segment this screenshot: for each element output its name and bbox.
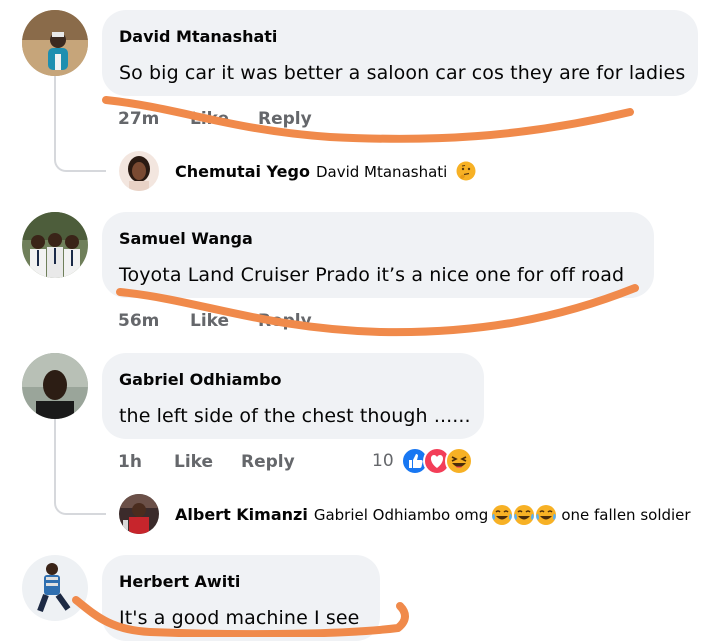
annotation-underline-2	[116, 284, 639, 337]
annotation-underlines	[72, 96, 639, 637]
annotation-underline-3	[72, 596, 409, 637]
annotation-underline-1	[102, 96, 634, 143]
